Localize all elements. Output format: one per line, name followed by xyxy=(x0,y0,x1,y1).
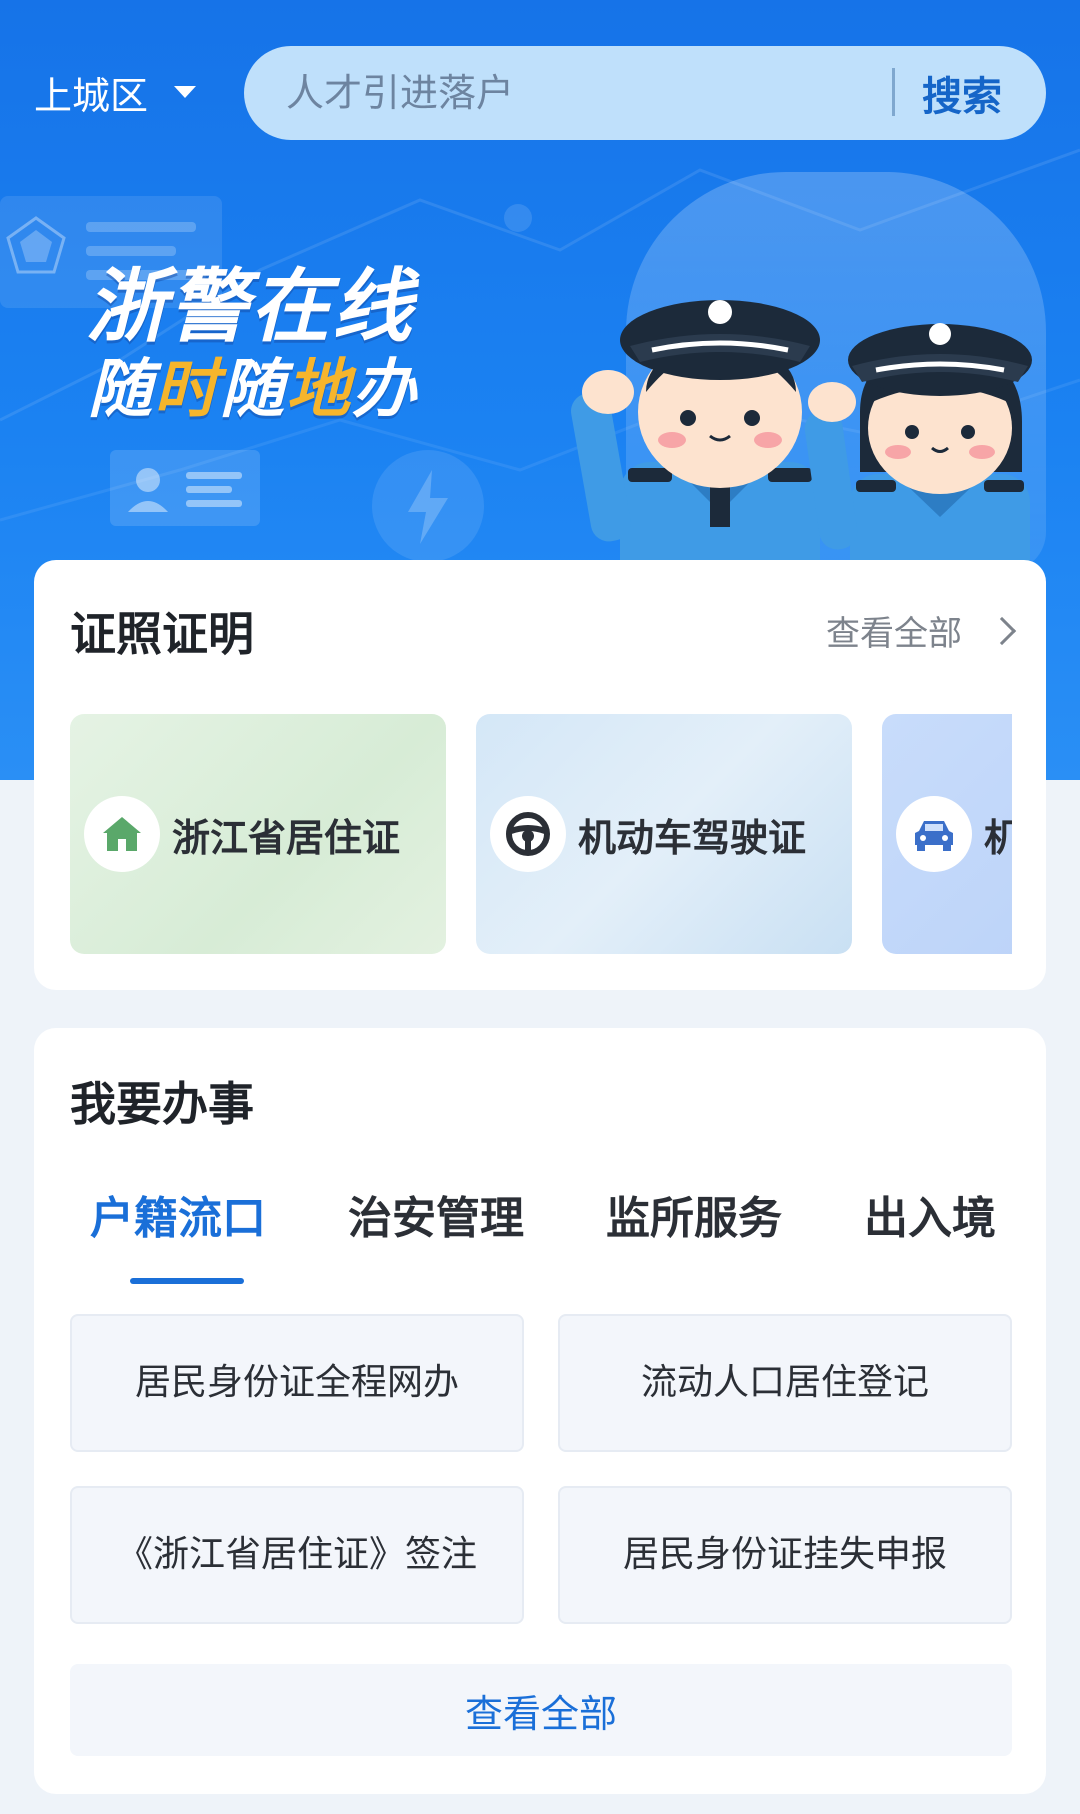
slogan-char-highlight: 时 xyxy=(154,353,220,427)
service-item[interactable]: 流动人口居住登记 xyxy=(558,1314,1012,1452)
slogan-char: 随 xyxy=(220,353,286,427)
service-item[interactable]: 居民身份证全程网办 xyxy=(70,1314,524,1452)
active-tab-indicator xyxy=(130,1278,244,1284)
certificates-title: 证照证明 xyxy=(70,607,254,661)
search-input[interactable] xyxy=(244,71,884,115)
slogan-char-highlight: 地 xyxy=(286,353,352,427)
promo-banner[interactable]: 浙警在线 随时随地办 xyxy=(0,150,1080,572)
police-mascots-illustration xyxy=(571,300,1032,572)
id-card-decoration xyxy=(110,450,260,526)
certificate-label: 机 xyxy=(984,815,1012,860)
id-card-icon xyxy=(128,468,242,512)
district-selector[interactable]: 上城区 xyxy=(34,66,197,118)
tab-public-security[interactable]: 治安管理 xyxy=(348,1182,524,1246)
steering-wheel-icon xyxy=(490,796,566,872)
female-officer-figure xyxy=(804,323,1032,572)
tab-entry-exit[interactable]: 出入境 xyxy=(864,1182,996,1246)
lightning-icon xyxy=(408,470,448,544)
home-icon xyxy=(84,796,160,872)
affairs-tabs: 户籍流口 治安管理 监所服务 出入境 xyxy=(34,1182,1046,1292)
district-label: 上城区 xyxy=(34,73,149,118)
certificate-label: 机动车驾驶证 xyxy=(578,815,807,860)
banner-slogan-sub: 随时随地办 xyxy=(88,338,418,430)
certificate-item[interactable]: 机 xyxy=(882,714,1012,954)
tab-household[interactable]: 户籍流口 xyxy=(90,1182,266,1246)
pentagon-chart-icon xyxy=(6,216,66,274)
affairs-card: 我要办事 户籍流口 治安管理 监所服务 出入境 居民身份证全程网办 流动人口居住… xyxy=(34,1028,1046,1794)
certificate-item[interactable]: 机动车驾驶证 xyxy=(476,714,852,954)
slogan-char: 随 xyxy=(88,353,154,427)
affairs-title: 我要办事 xyxy=(70,1077,254,1131)
caret-down-icon xyxy=(174,86,197,98)
service-item[interactable]: 《浙江省居住证》签注 xyxy=(70,1486,524,1624)
service-item[interactable]: 居民身份证挂失申报 xyxy=(558,1486,1012,1624)
certificates-view-all[interactable]: 查看全部 xyxy=(826,606,1018,655)
slogan-char: 办 xyxy=(352,353,418,427)
affairs-view-all-button[interactable]: 查看全部 xyxy=(70,1664,1012,1756)
car-icon xyxy=(896,796,972,872)
certificates-carousel[interactable]: 浙江省居住证 机动车驾驶证 机 xyxy=(70,714,1012,954)
tab-detention-services[interactable]: 监所服务 xyxy=(606,1182,782,1246)
lightning-decoration xyxy=(372,450,484,562)
chevron-right-icon xyxy=(987,616,1017,645)
certificate-label: 浙江省居住证 xyxy=(172,815,401,860)
certificates-card: 证照证明 查看全部 浙江省居住证 机动车驾驶证 机 xyxy=(34,560,1046,990)
deco-bar xyxy=(86,222,196,232)
male-officer-figure xyxy=(571,300,820,572)
view-all-label: 查看全部 xyxy=(826,614,962,654)
search-divider xyxy=(892,68,895,116)
search-button[interactable]: 搜索 xyxy=(922,46,1002,140)
top-bar: 上城区 搜索 xyxy=(0,44,1080,140)
search-bar: 搜索 xyxy=(244,46,1046,140)
certificate-item[interactable]: 浙江省居住证 xyxy=(70,714,446,954)
